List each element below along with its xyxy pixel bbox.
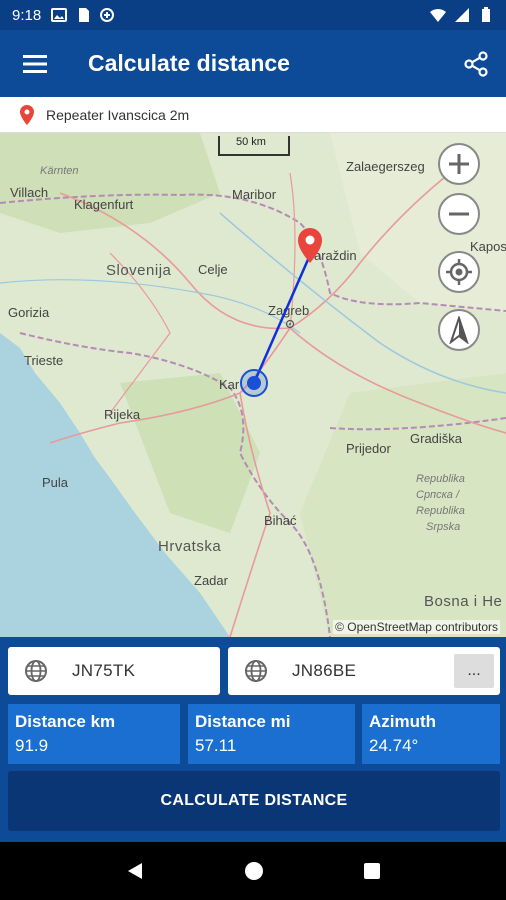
azimuth-value: 24.74° [369,736,419,755]
page-title: Calculate distance [88,50,290,76]
destination-pin-marker[interactable] [298,228,322,263]
plus-icon [449,154,469,174]
sd-card-icon [79,8,90,22]
map-view[interactable]: 50 km Kärnten Villach Klagenfurt Maribor… [0,133,506,637]
distance-km-value: 91.9 [15,736,49,755]
map-attribution[interactable]: © OpenStreetMap contributors [333,620,500,634]
distance-mi-label: Distance mi [195,712,291,731]
to-locator-value[interactable]: JN86BE [292,661,356,681]
battery-icon [482,7,490,22]
my-location-button[interactable] [438,251,480,293]
back-icon[interactable] [125,861,145,881]
route-line [252,254,312,384]
distance-km-label: Distance km [15,712,116,731]
status-bar: 9:18 [0,0,506,30]
zoom-in-button[interactable] [438,143,480,185]
control-panel: JN75TK JN86BE ... Distance km 91.9 Dista… [0,637,506,842]
current-location-marker[interactable] [240,369,268,397]
app-bar: Calculate distance [0,30,506,97]
share-icon [464,50,488,77]
distance-mi-card: Distance mi 57.11 [188,704,355,764]
menu-button[interactable] [0,30,70,97]
data-saver-icon [100,8,115,22]
image-notification-icon [51,8,68,22]
zoom-out-button[interactable] [438,193,480,235]
location-name: Repeater Ivanscica 2m [46,106,190,123]
from-locator-value[interactable]: JN75TK [72,661,135,681]
home-icon[interactable] [244,861,264,881]
system-nav-bar [0,842,506,900]
route-overlay [240,228,322,397]
signal-icon [455,8,469,22]
calculate-distance-button[interactable]: CALCULATE DISTANCE [8,771,500,831]
recents-icon[interactable] [363,862,381,880]
azimuth-label: Azimuth [369,712,437,731]
minus-icon [449,212,469,216]
compass-button[interactable] [438,309,480,351]
compass-north-icon [449,316,469,344]
globe-icon [25,660,47,682]
more-options-button[interactable]: ... [454,654,494,688]
status-time: 9:18 [12,6,42,24]
globe-icon [245,660,267,682]
distance-km-card: Distance km 91.9 [8,704,180,764]
from-locator-field[interactable]: JN75TK [8,647,220,695]
gps-target-icon [446,259,472,285]
location-pin-icon [20,104,34,125]
hamburger-icon [23,54,47,73]
to-locator-field[interactable]: JN86BE ... [228,647,500,695]
wifi-icon [430,8,446,22]
azimuth-card: Azimuth 24.74° [362,704,500,764]
share-button[interactable] [446,30,506,97]
distance-mi-value: 57.11 [195,736,237,755]
location-bar[interactable]: Repeater Ivanscica 2m [0,97,506,133]
